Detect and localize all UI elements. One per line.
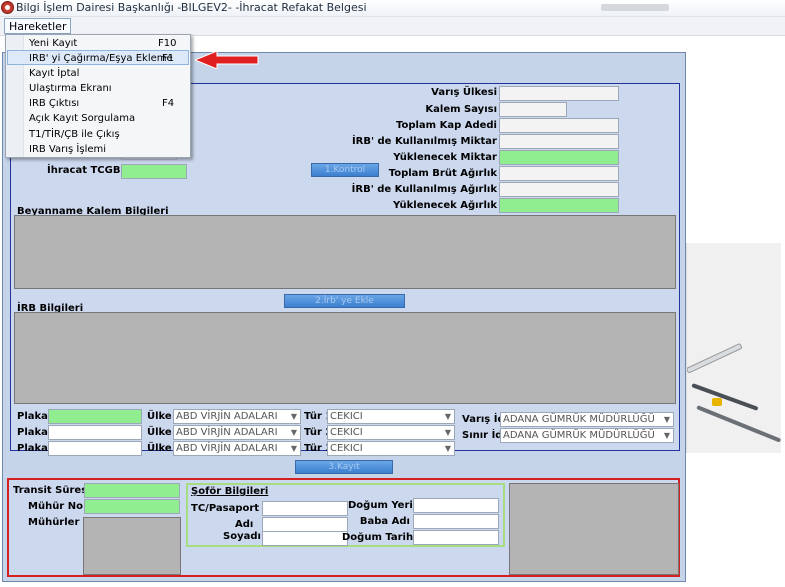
dogum-yeri-label: Doğum Yeri — [348, 500, 413, 511]
plaka1-input[interactable] — [48, 409, 142, 424]
yuklenecek-agirlik-label: Yüklenecek Ağırlık — [393, 200, 497, 211]
ulke1-select[interactable]: ABD VİRJİN ADALARI ▼ — [173, 409, 301, 424]
baba-adi-label: Baba Adı — [359, 516, 410, 527]
sofor-bilgileri-box: Şoför Bilgileri TC/Pasaport No Adı Soyad… — [186, 483, 505, 547]
varis-id-value: ADANA GÜMRÜK MÜDÜRLÜĞÜ — [503, 414, 655, 425]
varis-ulkesi-label: Varış Ülkesi — [431, 87, 497, 98]
sinir-id-value: ADANA GÜMRÜK MÜDÜRLÜĞÜ — [503, 430, 655, 441]
background-image — [686, 243, 781, 453]
sinir-id-select[interactable]: ADANA GÜMRÜK MÜDÜRLÜĞÜ ▼ — [500, 428, 674, 443]
toplam-kap-label: Toplam Kap Adedi — [395, 120, 497, 131]
tc-pasaport-input[interactable] — [262, 501, 348, 516]
menu-item-irb-cagirma[interactable]: IRB' yi Çağırma/Eşya Ekleme F1 — [7, 50, 189, 65]
chevron-down-icon: ▼ — [290, 428, 297, 437]
menu-item-t1-tir[interactable]: T1/TİR/ÇB ile Çıkış — [7, 127, 189, 142]
dogum-tarihi-label: Doğum Tarihi — [342, 532, 417, 543]
plaka2-input[interactable] — [48, 425, 142, 440]
title-bar: Bilgi İşlem Dairesi Başkanlığı -BILGEV2-… — [0, 0, 785, 17]
toplam-kap-input[interactable] — [499, 118, 619, 133]
ulke2-value: ABD VİRJİN ADALARI — [176, 427, 278, 438]
menu-item-label: Ulaştırma Ekranı — [29, 83, 112, 94]
soyadi-label: Soyadı — [223, 531, 261, 542]
menu-item-shortcut: F4 — [162, 98, 175, 109]
menu-item-shortcut: F10 — [158, 38, 177, 49]
menu-item-yeni-kayit[interactable]: Yeni Kayıt F10 — [7, 36, 189, 51]
kayit-button[interactable]: 3.Kayıt — [295, 460, 393, 474]
chevron-down-icon: ▼ — [290, 412, 297, 421]
menu-hareketler[interactable]: Hareketler — [4, 18, 72, 34]
yuklenecek-miktar-label: Yüklenecek Miktar — [393, 152, 497, 163]
chevron-down-icon: ▼ — [444, 428, 451, 437]
irb-ye-ekle-button[interactable]: 2.İrb' ye Ekle — [284, 294, 405, 308]
irb-grid[interactable] — [14, 312, 676, 404]
chevron-down-icon: ▼ — [663, 415, 670, 424]
photo-area[interactable] — [509, 483, 679, 575]
dogum-tarihi-input[interactable] — [413, 530, 499, 545]
ihracat-tcgb-input[interactable] — [121, 164, 187, 179]
ulke2-select[interactable]: ABD VİRJİN ADALARI ▼ — [173, 425, 301, 440]
tur3-select[interactable]: CEKICI ▼ — [327, 441, 455, 456]
tur2-value: CEKICI — [330, 427, 363, 438]
muhur-no-input[interactable] — [84, 499, 180, 514]
toplam-brut-label: Toplam Brüt Ağırlık — [388, 168, 497, 179]
tur1-select[interactable]: CEKICI ▼ — [327, 409, 455, 424]
tur1-value: CEKICI — [330, 411, 363, 422]
menu-item-ulastirma[interactable]: Ulaştırma Ekranı — [7, 81, 189, 96]
irb-kullanilmis-miktar-label: İRB' de Kullanılmış Miktar — [351, 136, 497, 147]
window-controls[interactable] — [601, 4, 669, 11]
chevron-down-icon: ▼ — [663, 431, 670, 440]
chevron-down-icon: ▼ — [444, 412, 451, 421]
menu-item-label: Açık Kayıt Sorgulama — [29, 113, 136, 124]
menu-item-label: Yeni Kayıt — [29, 38, 78, 49]
irb-kullanilmis-miktar-input[interactable] — [499, 134, 619, 149]
kalem-sayisi-label: Kalem Sayısı — [425, 104, 497, 115]
ulke3-value: ABD VİRJİN ADALARI — [176, 443, 278, 454]
menu-item-label: Kayıt İptal — [29, 68, 80, 79]
plaka3-input[interactable] — [48, 441, 142, 456]
tur3-value: CEKICI — [330, 443, 363, 454]
menu-item-kayit-iptal[interactable]: Kayıt İptal — [7, 66, 189, 81]
adi-label: Adı — [235, 519, 254, 530]
tur2-select[interactable]: CEKICI ▼ — [327, 425, 455, 440]
irb-kullanilmis-agirlik-label: İRB' de Kullanılmış Ağırlık — [351, 184, 497, 195]
window-title: Bilgi İşlem Dairesi Başkanlığı -BILGEV2-… — [16, 1, 367, 14]
adi-input[interactable] — [262, 517, 348, 532]
menu-item-acik-kayit[interactable]: Açık Kayıt Sorgulama — [7, 111, 189, 126]
beyanname-grid[interactable] — [14, 215, 676, 289]
chevron-down-icon: ▼ — [290, 444, 297, 453]
soyadi-input[interactable] — [262, 531, 348, 546]
chevron-down-icon: ▼ — [444, 444, 451, 453]
transit-suresi-input[interactable] — [84, 483, 180, 498]
hareketler-dropdown: Yeni Kayıt F10 IRB' yi Çağırma/Eşya Eklem… — [5, 34, 191, 158]
muhur-no-label: Mühür No — [28, 501, 83, 512]
dogum-yeri-input[interactable] — [413, 498, 499, 513]
baba-adi-input[interactable] — [413, 514, 499, 529]
ulke1-value: ABD VİRJİN ADALARI — [176, 411, 278, 422]
annotation-arrow-icon — [195, 51, 259, 69]
app-logo-icon — [1, 1, 14, 14]
varis-id-select[interactable]: ADANA GÜMRÜK MÜDÜRLÜĞÜ ▼ — [500, 412, 674, 427]
menu-item-label: IRB Varış İşlemi — [29, 144, 107, 155]
menu-item-label: IRB' yi Çağırma/Eşya Ekleme — [29, 53, 173, 64]
varis-ulkesi-input[interactable] — [499, 86, 619, 101]
yuklenecek-agirlik-input[interactable] — [499, 198, 619, 213]
transit-section: Transit Süresi Mühür No Mühürler Şoför B… — [7, 478, 680, 577]
menu-item-irb-varis[interactable]: IRB Varış İşlemi — [7, 142, 189, 157]
kalem-sayisi-input[interactable] — [499, 102, 567, 117]
muhurler-list[interactable] — [83, 517, 181, 575]
yuklenecek-miktar-input[interactable] — [499, 150, 619, 165]
irb-kullanilmis-agirlik-input[interactable] — [499, 182, 619, 197]
menu-item-label: T1/TİR/ÇB ile Çıkış — [29, 129, 120, 140]
menu-item-irb-ciktisi[interactable]: IRB Çıktısı F4 — [7, 96, 189, 111]
muhurler-label: Mühürler — [28, 517, 80, 528]
ulke3-select[interactable]: ABD VİRJİN ADALARI ▼ — [173, 441, 301, 456]
sofor-title: Şoför Bilgileri — [191, 486, 269, 497]
toplam-brut-input[interactable] — [499, 166, 619, 181]
transit-suresi-label: Transit Süresi — [13, 485, 91, 496]
menu-item-label: IRB Çıktısı — [29, 98, 80, 109]
menu-item-shortcut: F1 — [162, 53, 175, 64]
